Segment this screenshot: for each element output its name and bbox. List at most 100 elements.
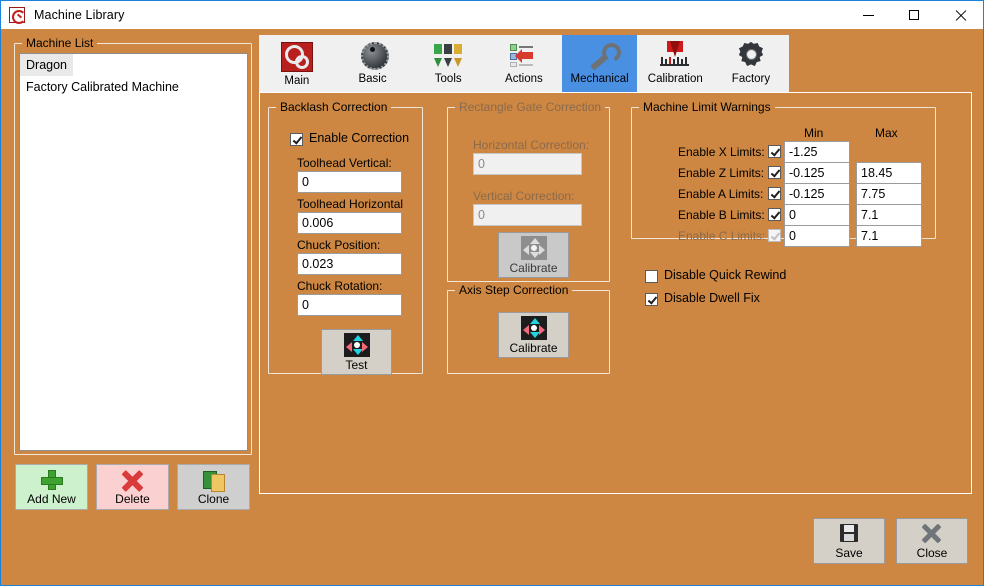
save-button[interactable]: Save bbox=[813, 518, 885, 564]
disable-dwell-fix-label: Disable Dwell Fix bbox=[664, 291, 760, 305]
enable-b-limits-checkbox[interactable] bbox=[768, 208, 781, 221]
a-limit-min-input[interactable] bbox=[784, 183, 850, 205]
toolhead-vertical-label: Toolhead Vertical: bbox=[297, 156, 392, 170]
enable-x-limits-checkbox[interactable] bbox=[768, 145, 781, 158]
chuck-rotation-input[interactable] bbox=[297, 294, 402, 316]
dpad-arrows-icon-disabled bbox=[520, 236, 547, 260]
disable-quick-rewind-checkbox[interactable] bbox=[645, 270, 658, 283]
c-limit-max-input[interactable] bbox=[856, 225, 922, 247]
disable-dwell-fix-checkbox[interactable] bbox=[645, 293, 658, 306]
tab-mechanical-label: Mechanical bbox=[570, 73, 629, 85]
tab-basic-label: Basic bbox=[358, 73, 387, 85]
z-limit-min-input[interactable] bbox=[784, 162, 850, 184]
vertical-correction-label: Vertical Correction: bbox=[473, 189, 575, 203]
chuck-position-label: Chuck Position: bbox=[297, 238, 381, 252]
close-window-button[interactable] bbox=[937, 1, 983, 29]
axis-step-calibrate-button[interactable]: Calibrate bbox=[498, 312, 569, 358]
machine-library-window: Machine Library Machine List Dragon Fact… bbox=[0, 0, 984, 586]
limits-group-title: Machine Limit Warnings bbox=[639, 100, 775, 114]
x-mark-gray-icon bbox=[920, 523, 944, 545]
enable-a-limits-checkbox[interactable] bbox=[768, 187, 781, 200]
wrench-icon bbox=[584, 40, 616, 70]
enable-a-limits-label: Enable A Limits: bbox=[678, 187, 764, 201]
minimize-icon bbox=[862, 14, 874, 16]
toolhead-horizontal-input[interactable] bbox=[297, 212, 402, 234]
mechanical-tab-panel: Backlash Correction Enable Correction To… bbox=[259, 92, 972, 494]
z-limit-max-input[interactable] bbox=[856, 162, 922, 184]
enable-c-limits-checkbox bbox=[768, 229, 781, 242]
backlash-test-button[interactable]: Test bbox=[321, 329, 392, 375]
backlash-test-label: Test bbox=[345, 358, 368, 372]
vertical-correction-input bbox=[473, 204, 582, 226]
disable-quick-rewind-label: Disable Quick Rewind bbox=[664, 268, 787, 282]
x-mark-icon bbox=[121, 469, 145, 491]
floppy-disk-icon bbox=[837, 523, 861, 545]
x-limit-min-input[interactable] bbox=[784, 141, 850, 163]
plus-icon bbox=[40, 469, 64, 491]
b-limit-max-input[interactable] bbox=[856, 204, 922, 226]
machine-list-group: Machine List Dragon Factory Calibrated M… bbox=[14, 36, 252, 455]
ruler-marker-icon bbox=[659, 40, 691, 70]
rectangle-gate-group-title: Rectangle Gate Correction bbox=[455, 100, 606, 114]
pen-tips-icon bbox=[432, 40, 464, 70]
minimize-button[interactable] bbox=[845, 1, 891, 29]
close-button[interactable]: Close bbox=[896, 518, 968, 564]
red-gears-icon bbox=[280, 42, 313, 72]
backlash-correction-group: Backlash Correction Enable Correction To… bbox=[268, 100, 423, 375]
tab-calibration[interactable]: Calibration bbox=[637, 35, 713, 92]
chuck-rotation-label: Chuck Rotation: bbox=[297, 279, 383, 293]
close-label: Close bbox=[916, 546, 948, 560]
app-gear-icon bbox=[9, 7, 26, 24]
tab-actions[interactable]: Actions bbox=[486, 35, 562, 92]
copy-pages-icon bbox=[202, 469, 226, 492]
close-icon bbox=[955, 10, 966, 21]
tab-tools[interactable]: Tools bbox=[410, 35, 486, 92]
enable-b-limits-label: Enable B Limits: bbox=[678, 208, 765, 222]
knob-dial-icon bbox=[357, 40, 389, 70]
add-new-label: Add New bbox=[27, 492, 76, 506]
tab-basic[interactable]: Basic bbox=[335, 35, 411, 92]
clone-button[interactable]: Clone bbox=[177, 464, 250, 510]
tab-tools-label: Tools bbox=[434, 73, 462, 85]
axis-step-group-title: Axis Step Correction bbox=[455, 283, 573, 297]
horizontal-correction-label: Horizontal Correction: bbox=[473, 138, 590, 152]
backlash-group-title: Backlash Correction bbox=[276, 100, 392, 114]
a-limit-max-input[interactable] bbox=[856, 183, 922, 205]
clone-label: Clone bbox=[197, 492, 230, 506]
list-arrow-icon bbox=[508, 40, 540, 70]
limits-min-header: Min bbox=[804, 126, 824, 140]
enable-x-limits-label: Enable X Limits: bbox=[678, 145, 765, 159]
maximize-button[interactable] bbox=[891, 1, 937, 29]
save-label: Save bbox=[835, 546, 863, 560]
tab-mechanical[interactable]: Mechanical bbox=[561, 35, 638, 92]
b-limit-min-input[interactable] bbox=[784, 204, 850, 226]
enable-z-limits-checkbox[interactable] bbox=[768, 166, 781, 179]
toolhead-vertical-input[interactable] bbox=[297, 171, 402, 193]
delete-label: Delete bbox=[115, 492, 150, 506]
machine-list-group-title: Machine List bbox=[22, 36, 98, 50]
tab-factory-label: Factory bbox=[731, 73, 771, 85]
add-new-button[interactable]: Add New bbox=[15, 464, 88, 510]
machine-list-box[interactable]: Dragon Factory Calibrated Machine bbox=[19, 53, 248, 451]
tab-actions-label: Actions bbox=[505, 73, 543, 85]
enable-c-limits-label: Enable C Limits: bbox=[678, 229, 766, 243]
list-item[interactable]: Factory Calibrated Machine bbox=[20, 76, 247, 98]
dpad-arrows-icon bbox=[520, 316, 547, 340]
enable-correction-checkbox[interactable] bbox=[290, 133, 303, 146]
chuck-position-input[interactable] bbox=[297, 253, 402, 275]
list-item[interactable]: Dragon bbox=[20, 54, 73, 76]
toolhead-horizontal-label: Toolhead Horizontal bbox=[297, 197, 404, 211]
tab-factory[interactable]: Factory bbox=[713, 35, 789, 92]
tab-calibration-label: Calibration bbox=[647, 73, 703, 85]
enable-z-limits-label: Enable Z Limits: bbox=[678, 166, 765, 180]
delete-button[interactable]: Delete bbox=[96, 464, 169, 510]
rectangle-gate-correction-group: Rectangle Gate Correction Horizontal Cor… bbox=[447, 100, 610, 282]
c-limit-min-input[interactable] bbox=[784, 225, 850, 247]
tab-main[interactable]: Main bbox=[259, 35, 335, 92]
gear-icon bbox=[735, 40, 767, 70]
titlebar: Machine Library bbox=[1, 1, 983, 29]
axis-step-calibrate-label: Calibrate bbox=[509, 341, 558, 355]
maximize-icon bbox=[909, 10, 919, 20]
tab-main-label: Main bbox=[284, 75, 310, 87]
rectangle-gate-calibrate-button[interactable]: Calibrate bbox=[498, 232, 569, 278]
